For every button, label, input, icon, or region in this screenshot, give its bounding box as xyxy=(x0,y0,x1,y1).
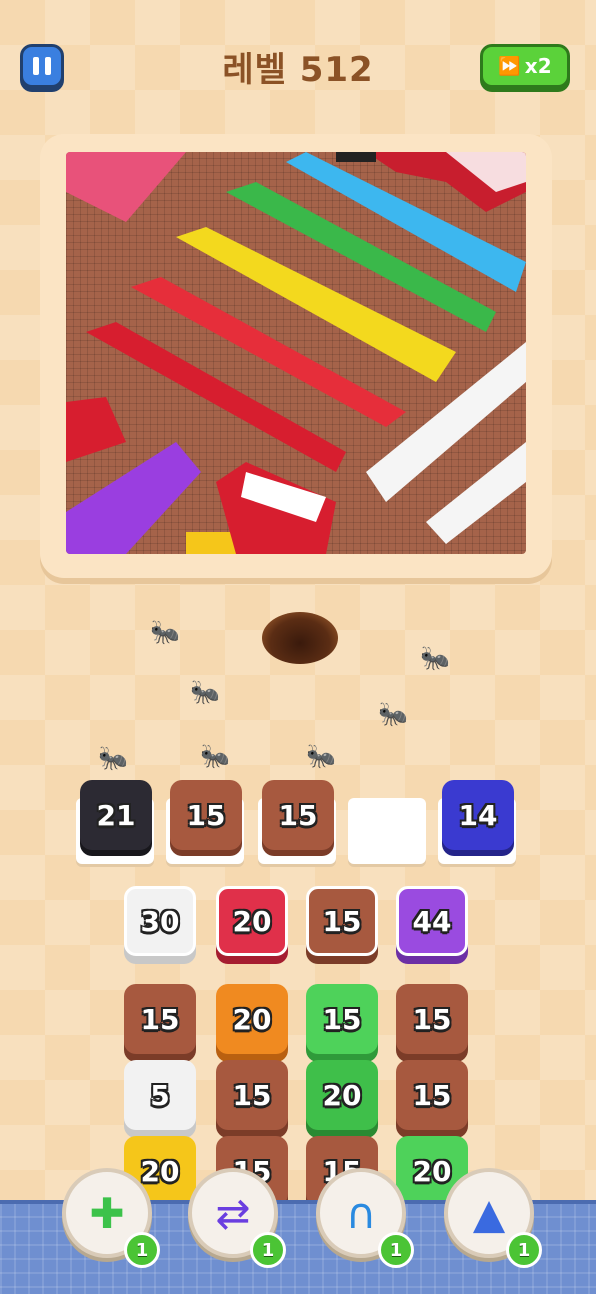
booster-count-badge: 1 xyxy=(506,1232,542,1268)
booster-count-badge: 1 xyxy=(250,1232,286,1268)
slot-block[interactable]: 21 xyxy=(80,780,152,850)
booster-count-badge: 1 xyxy=(124,1232,160,1268)
ant-icon: 🐜 xyxy=(190,678,220,706)
grid-block[interactable]: 15 xyxy=(306,886,378,956)
ant-icon: 🐜 xyxy=(150,618,180,646)
slot-block[interactable]: 15 xyxy=(262,780,334,850)
grid-block[interactable]: 15 xyxy=(396,1060,468,1130)
booster-count-badge: 1 xyxy=(378,1232,414,1268)
ant-icon: 🐜 xyxy=(378,700,408,728)
ant-icon: 🐜 xyxy=(98,744,128,772)
ant-icon: 🐜 xyxy=(306,742,336,770)
speed-label: x2 xyxy=(524,54,552,78)
add-tray-icon: ✚ xyxy=(89,1188,125,1238)
pencils-picture xyxy=(66,152,526,554)
speed-button[interactable]: ⏩ x2 xyxy=(480,44,570,88)
grid-block[interactable]: 15 xyxy=(306,984,378,1054)
grid-block[interactable]: 30 xyxy=(124,886,196,956)
ant-hole xyxy=(262,612,338,664)
slot-block[interactable]: 15 xyxy=(170,780,242,850)
fast-forward-icon: ⏩ xyxy=(498,55,521,77)
vacuum-icon: ▲ xyxy=(472,1188,506,1238)
ant-icon: 🐜 xyxy=(420,644,450,672)
pixel-picture xyxy=(66,152,526,554)
grid-block[interactable]: 15 xyxy=(396,984,468,1054)
grid-block[interactable]: 20 xyxy=(306,1060,378,1130)
grid-block[interactable]: 5 xyxy=(124,1060,196,1130)
slot-block[interactable]: 14 xyxy=(442,780,514,850)
grid-block[interactable]: 20 xyxy=(216,984,288,1054)
grid-block[interactable]: 44 xyxy=(396,886,468,956)
grid-block[interactable]: 15 xyxy=(124,984,196,1054)
shuffle-icon: ⇄ xyxy=(215,1188,251,1238)
grid-block[interactable]: 15 xyxy=(216,1060,288,1130)
ant-icon: 🐜 xyxy=(200,742,230,770)
grid-block[interactable]: 20 xyxy=(216,886,288,956)
slot xyxy=(348,798,426,864)
claw-icon: ∩ xyxy=(345,1188,377,1238)
